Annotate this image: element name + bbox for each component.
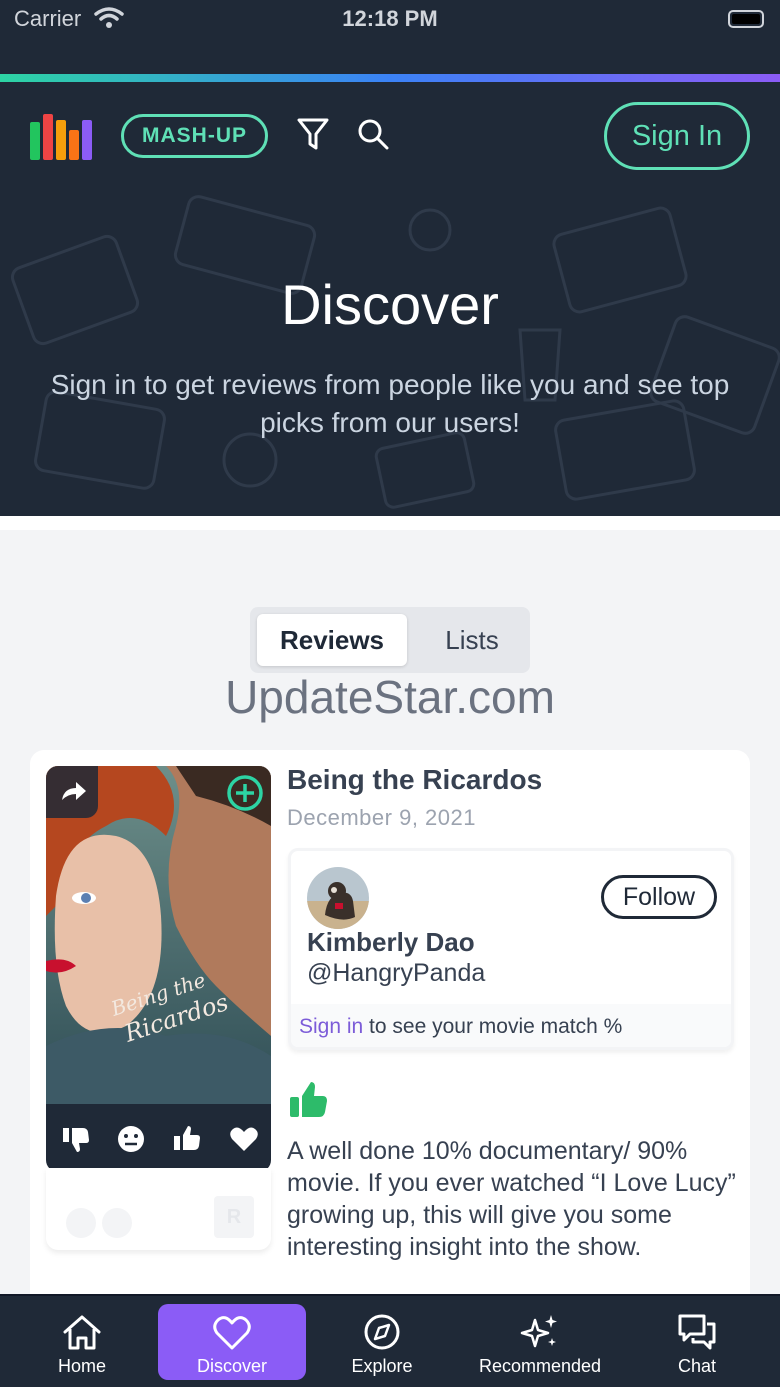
reviewer-box: Follow Kimberly Dao @HangryPanda Sign in… [288,848,734,1050]
home-icon [63,1315,101,1350]
heart-icon [213,1316,251,1350]
sign-in-button[interactable]: Sign In [604,102,750,170]
tab-discover[interactable]: Discover [158,1304,306,1380]
compass-icon [364,1314,400,1350]
tab-discover-label: Discover [196,1356,267,1376]
tab-home[interactable]: Home [20,1304,144,1380]
movie-match-bar: Sign in to see your movie match % [291,1004,731,1047]
review-card: Being the Ricardos R Being the Ricardos … [30,750,750,1310]
thumbs-up-icon [290,1082,327,1117]
movie-poster[interactable]: Being the Ricardos [46,766,271,1172]
avatar[interactable] [307,867,369,929]
rating-badge: R [214,1196,254,1238]
app-logo[interactable] [30,114,92,160]
movie-title[interactable]: Being the Ricardos [287,764,542,796]
match-text: to see your movie match % [363,1015,623,1038]
hero-subtitle: Sign in to get reviews from people like … [50,369,730,438]
ghost-rating-icon [66,1208,96,1238]
sparkles-icon [520,1315,557,1348]
background-pattern [10,195,780,509]
divider [0,516,780,530]
clock: 12:18 PM [342,6,438,31]
bottom-tab-bar: Home Discover Explore Recommended Chat [0,1294,780,1387]
tab-lists[interactable]: Lists [420,614,524,666]
discover-hero: Discover Sign in to get reviews from peo… [0,190,780,516]
ghost-rating-icon [102,1208,132,1238]
tab-chat-label: Chat [677,1356,717,1376]
review-text: A well done 10% documentary/ 90% movie. … [287,1137,736,1261]
search-icon[interactable] [356,116,390,152]
thumbs-up-icon[interactable] [172,1124,202,1154]
tab-home-label: Home [57,1356,106,1376]
heart-icon[interactable] [229,1124,259,1154]
sign-in-link[interactable]: Sign in [299,1015,363,1038]
page-title: Discover [281,273,499,336]
tab-recommended[interactable]: Recommended [460,1304,620,1380]
top-nav: MASH-UP Sign In [0,82,780,190]
status-bar: Carrier 12:18 PM [0,0,780,76]
watermark: UpdateStar.com [225,671,555,723]
filter-icon[interactable] [296,116,330,152]
chat-icon [678,1314,716,1350]
mashup-button[interactable]: MASH-UP [121,114,268,158]
tab-explore[interactable]: Explore [320,1304,444,1380]
tab-reviews[interactable]: Reviews [257,614,407,666]
follow-button[interactable]: Follow [601,875,717,919]
neutral-face-icon[interactable] [116,1124,146,1154]
share-icon [62,782,86,800]
tab-chat[interactable]: Chat [640,1304,754,1380]
battery-icon [728,10,764,28]
thumbs-down-icon[interactable] [61,1124,91,1154]
poster-footer: R [46,1168,271,1250]
tab-recommended-label: Recommended [478,1356,602,1376]
tab-explore-label: Explore [351,1356,413,1376]
reviewer-name[interactable]: Kimberly Dao [307,927,475,958]
header-accent-bar [0,74,780,82]
share-button[interactable] [46,766,98,818]
add-icon[interactable] [226,774,264,812]
segmented-tabs: Reviews Lists [250,607,530,673]
reaction-bar [46,1104,271,1172]
reviewer-handle: @HangryPanda [307,959,486,987]
review-date: December 9, 2021 [287,805,476,830]
